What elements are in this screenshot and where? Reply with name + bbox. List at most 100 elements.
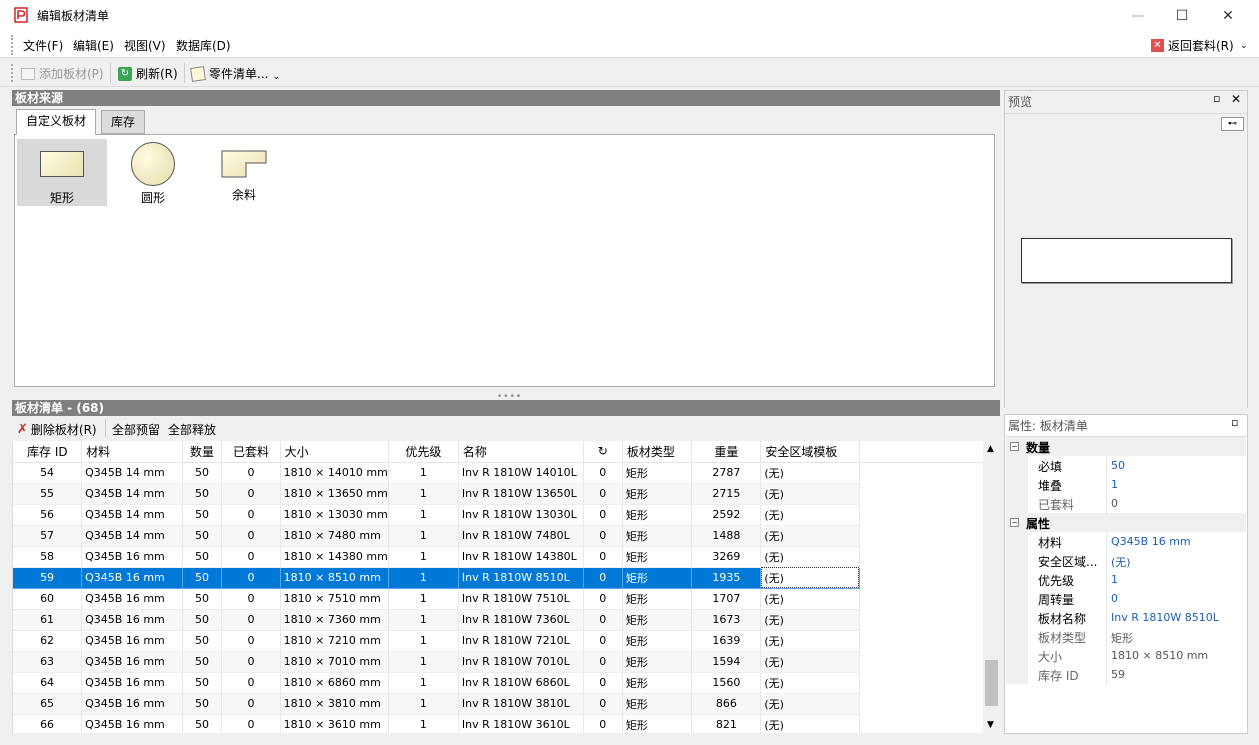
table-cell[interactable]: (无) <box>760 525 860 547</box>
table-row[interactable]: 55 Q345B 14 mm 50 0 1810 × 13650 mm 1 Inv R 18… <box>13 483 983 505</box>
table-cell[interactable]: 1810 × 7480 mm <box>280 525 389 547</box>
close-icon[interactable]: ✕ <box>1231 92 1241 106</box>
table-cell[interactable]: 61 <box>13 609 83 631</box>
table-cell[interactable]: Q345B 16 mm <box>81 588 183 610</box>
table-cell[interactable]: 1 <box>388 651 459 673</box>
column-header-material[interactable]: 材料 <box>81 441 183 463</box>
table-cell[interactable]: 1 <box>388 588 459 610</box>
table-cell[interactable]: 56 <box>13 504 83 526</box>
column-header-nested[interactable]: 已套料 <box>221 441 281 463</box>
table-cell[interactable]: 矩形 <box>622 588 693 610</box>
table-cell[interactable]: Inv R 1810W 3610L <box>458 714 584 733</box>
reserve-all-button[interactable]: 全部预留 <box>112 421 160 438</box>
property-row[interactable]: 板材类型 矩形 <box>1006 627 1246 646</box>
column-header-rotation[interactable]: ↻ <box>583 441 623 463</box>
table-cell[interactable]: 0 <box>221 462 281 484</box>
table-cell[interactable]: Inv R 1810W 13650L <box>458 483 584 505</box>
table-cell[interactable]: 0 <box>221 672 281 694</box>
table-cell[interactable]: 50 <box>182 525 223 547</box>
table-cell[interactable]: 1 <box>388 525 459 547</box>
table-cell[interactable]: 1673 <box>691 609 762 631</box>
column-header-safe-zone[interactable]: 安全区域模板 <box>760 441 860 463</box>
property-row[interactable]: 周转量 0 <box>1006 589 1246 608</box>
table-row[interactable]: 54 Q345B 14 mm 50 0 1810 × 14010 mm 1 Inv R 18… <box>13 462 983 484</box>
chevron-down-icon[interactable]: ⌄ <box>272 72 280 82</box>
table-cell[interactable]: 1 <box>388 504 459 526</box>
parts-list-button[interactable]: 零件清单... ⌄ <box>190 65 280 82</box>
shape-rectangle[interactable]: 矩形 <box>17 139 107 206</box>
table-cell[interactable]: 0 <box>583 693 623 715</box>
table-cell[interactable]: Inv R 1810W 6860L <box>458 672 584 694</box>
table-cell[interactable]: 1810 × 13650 mm <box>280 483 389 505</box>
table-cell[interactable]: Q345B 16 mm <box>81 651 183 673</box>
table-cell[interactable]: Q345B 16 mm <box>81 714 183 733</box>
table-cell[interactable]: 1 <box>388 693 459 715</box>
table-cell[interactable]: (无) <box>760 588 860 610</box>
property-row[interactable]: 大小 1810 × 8510 mm <box>1006 646 1246 665</box>
table-cell[interactable]: 1810 × 7510 mm <box>280 588 389 610</box>
table-row[interactable]: 58 Q345B 16 mm 50 0 1810 × 14380 mm 1 Inv R 18… <box>13 546 983 568</box>
property-row[interactable]: 堆叠 1 <box>1006 475 1246 494</box>
table-cell[interactable]: Inv R 1810W 7210L <box>458 630 584 652</box>
table-cell[interactable]: Q345B 16 mm <box>81 630 183 652</box>
table-cell[interactable]: 50 <box>182 462 223 484</box>
table-cell[interactable]: 2787 <box>691 462 762 484</box>
delete-sheet-button[interactable]: ✗ 删除板材(R) <box>17 421 97 438</box>
table-cell[interactable]: 矩形 <box>622 462 693 484</box>
table-cell[interactable]: 0 <box>583 546 623 568</box>
column-header-quantity[interactable]: 数量 <box>182 441 223 463</box>
table-cell[interactable]: 1560 <box>691 672 762 694</box>
release-all-button[interactable]: 全部释放 <box>168 421 216 438</box>
table-cell[interactable]: 50 <box>182 567 223 589</box>
table-cell[interactable]: 0 <box>221 525 281 547</box>
table-cell[interactable]: 1810 × 13030 mm <box>280 504 389 526</box>
table-cell[interactable]: Q345B 16 mm <box>81 693 183 715</box>
pin-icon[interactable]: ▫ <box>1231 416 1238 429</box>
table-cell[interactable]: 1594 <box>691 651 762 673</box>
table-cell[interactable]: 2592 <box>691 504 762 526</box>
menu-view[interactable]: 视图(V) <box>124 37 166 54</box>
property-row[interactable]: 安全区域... (无) <box>1006 551 1246 570</box>
table-cell[interactable]: 50 <box>182 714 223 733</box>
table-cell[interactable]: 58 <box>13 546 83 568</box>
table-cell[interactable]: 50 <box>182 693 223 715</box>
table-cell[interactable]: 50 <box>182 504 223 526</box>
table-cell[interactable]: 50 <box>182 651 223 673</box>
table-cell[interactable]: 3269 <box>691 546 762 568</box>
table-row[interactable]: 64 Q345B 16 mm 50 0 1810 × 6860 mm 1 Inv R 181… <box>13 672 983 694</box>
table-cell[interactable]: 0 <box>583 588 623 610</box>
table-cell[interactable]: Q345B 14 mm <box>81 483 183 505</box>
table-cell[interactable]: Q345B 16 mm <box>81 609 183 631</box>
table-cell[interactable]: Inv R 1810W 13030L <box>458 504 584 526</box>
table-cell[interactable]: 0 <box>221 504 281 526</box>
table-cell[interactable]: (无) <box>760 672 860 694</box>
table-cell[interactable]: 0 <box>583 651 623 673</box>
table-cell[interactable]: 矩形 <box>622 525 693 547</box>
table-cell[interactable]: 1 <box>388 546 459 568</box>
table-cell[interactable]: Q345B 16 mm <box>81 567 183 589</box>
table-cell[interactable]: 0 <box>583 525 623 547</box>
table-cell[interactable]: 1 <box>388 672 459 694</box>
table-cell[interactable]: 2715 <box>691 483 762 505</box>
table-cell[interactable]: Inv R 1810W 7360L <box>458 609 584 631</box>
table-cell[interactable]: 0 <box>221 714 281 733</box>
scroll-down-arrow-icon[interactable]: ▼ <box>987 720 994 730</box>
table-cell[interactable]: Q345B 16 mm <box>81 672 183 694</box>
table-cell[interactable]: 矩形 <box>622 567 693 589</box>
shape-remnant[interactable]: 余料 <box>199 139 289 206</box>
table-row[interactable]: 62 Q345B 16 mm 50 0 1810 × 7210 mm 1 Inv R 181… <box>13 630 983 652</box>
minimize-button[interactable]: — <box>1115 0 1161 31</box>
table-cell[interactable]: 55 <box>13 483 83 505</box>
property-row[interactable]: 已套料 0 <box>1006 494 1246 513</box>
table-cell[interactable]: 0 <box>583 714 623 733</box>
menu-database[interactable]: 数据库(D) <box>176 37 231 54</box>
table-cell[interactable]: 866 <box>691 693 762 715</box>
table-cell[interactable]: 1935 <box>691 567 762 589</box>
column-header-size[interactable]: 大小 <box>280 441 389 463</box>
menu-edit[interactable]: 编辑(E) <box>73 37 114 54</box>
scroll-up-arrow-icon[interactable]: ▲ <box>987 444 994 454</box>
table-cell[interactable]: 1810 × 3610 mm <box>280 714 389 733</box>
table-cell[interactable]: 1810 × 7210 mm <box>280 630 389 652</box>
table-cell[interactable]: 0 <box>583 567 623 589</box>
table-cell[interactable]: (无) <box>760 630 860 652</box>
